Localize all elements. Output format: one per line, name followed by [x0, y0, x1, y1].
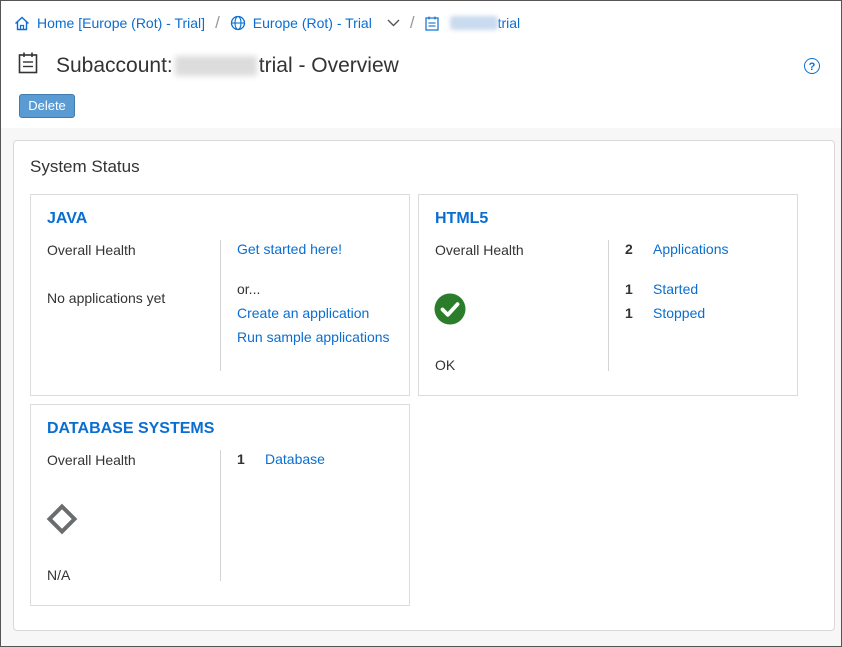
redacted-name [174, 55, 257, 76]
database-health-label: Overall Health [47, 452, 136, 468]
breadcrumb-separator: / [215, 13, 220, 32]
java-health-label: Overall Health [47, 242, 136, 258]
applications-link[interactable]: Applications [653, 241, 729, 257]
database-count: 1 [237, 451, 245, 467]
html5-health-label: Overall Health [435, 242, 524, 258]
java-title[interactable]: JAVA [47, 210, 87, 228]
html5-health-status: OK [435, 357, 456, 373]
system-status-heading: System Status [30, 157, 140, 176]
divider [220, 240, 221, 371]
get-started-link[interactable]: Get started here! [237, 241, 342, 257]
stopped-link[interactable]: Stopped [653, 305, 705, 321]
database-title[interactable]: DATABASE SYSTEMS [47, 420, 214, 438]
breadcrumb-subaccount-label: trial [497, 15, 521, 31]
applications-count: 2 [625, 241, 633, 257]
chevron-down-icon[interactable] [387, 19, 400, 27]
database-link[interactable]: Database [265, 451, 325, 467]
redacted-name [449, 16, 498, 30]
home-icon [14, 16, 30, 31]
create-application-link[interactable]: Create an application [237, 305, 369, 321]
started-count: 1 [625, 281, 633, 297]
breadcrumb-region-label: Europe (Rot) - Trial [252, 15, 372, 31]
divider [220, 450, 221, 581]
started-link[interactable]: Started [653, 281, 698, 297]
divider [608, 240, 609, 371]
diamond-outline-icon [46, 503, 78, 535]
help-icon[interactable]: ? [804, 58, 820, 74]
or-text: or... [237, 281, 261, 297]
database-health-status: N/A [47, 567, 71, 583]
check-circle-icon [434, 293, 466, 325]
html5-title[interactable]: HTML5 [435, 210, 488, 228]
stopped-count: 1 [625, 305, 633, 321]
breadcrumb-region[interactable]: Europe (Rot) - Trial [230, 15, 400, 31]
java-status-text: No applications yet [47, 290, 166, 306]
breadcrumb: Home [Europe (Rot) - Trial] / Europe (Ro… [14, 12, 520, 34]
run-sample-applications-link[interactable]: Run sample applications [237, 329, 390, 345]
subaccount-icon [18, 52, 38, 79]
delete-button[interactable]: Delete [19, 94, 75, 118]
page-header: Subaccount: trial - Overview [18, 52, 399, 79]
breadcrumb-home-label: Home [Europe (Rot) - Trial] [37, 15, 206, 31]
breadcrumb-subaccount[interactable]: trial [424, 15, 521, 31]
page-title: Subaccount: trial - Overview [56, 53, 399, 77]
subaccount-icon [424, 16, 439, 31]
globe-icon [230, 15, 246, 31]
breadcrumb-separator: / [409, 13, 415, 32]
breadcrumb-home[interactable]: Home [Europe (Rot) - Trial] [14, 15, 205, 31]
